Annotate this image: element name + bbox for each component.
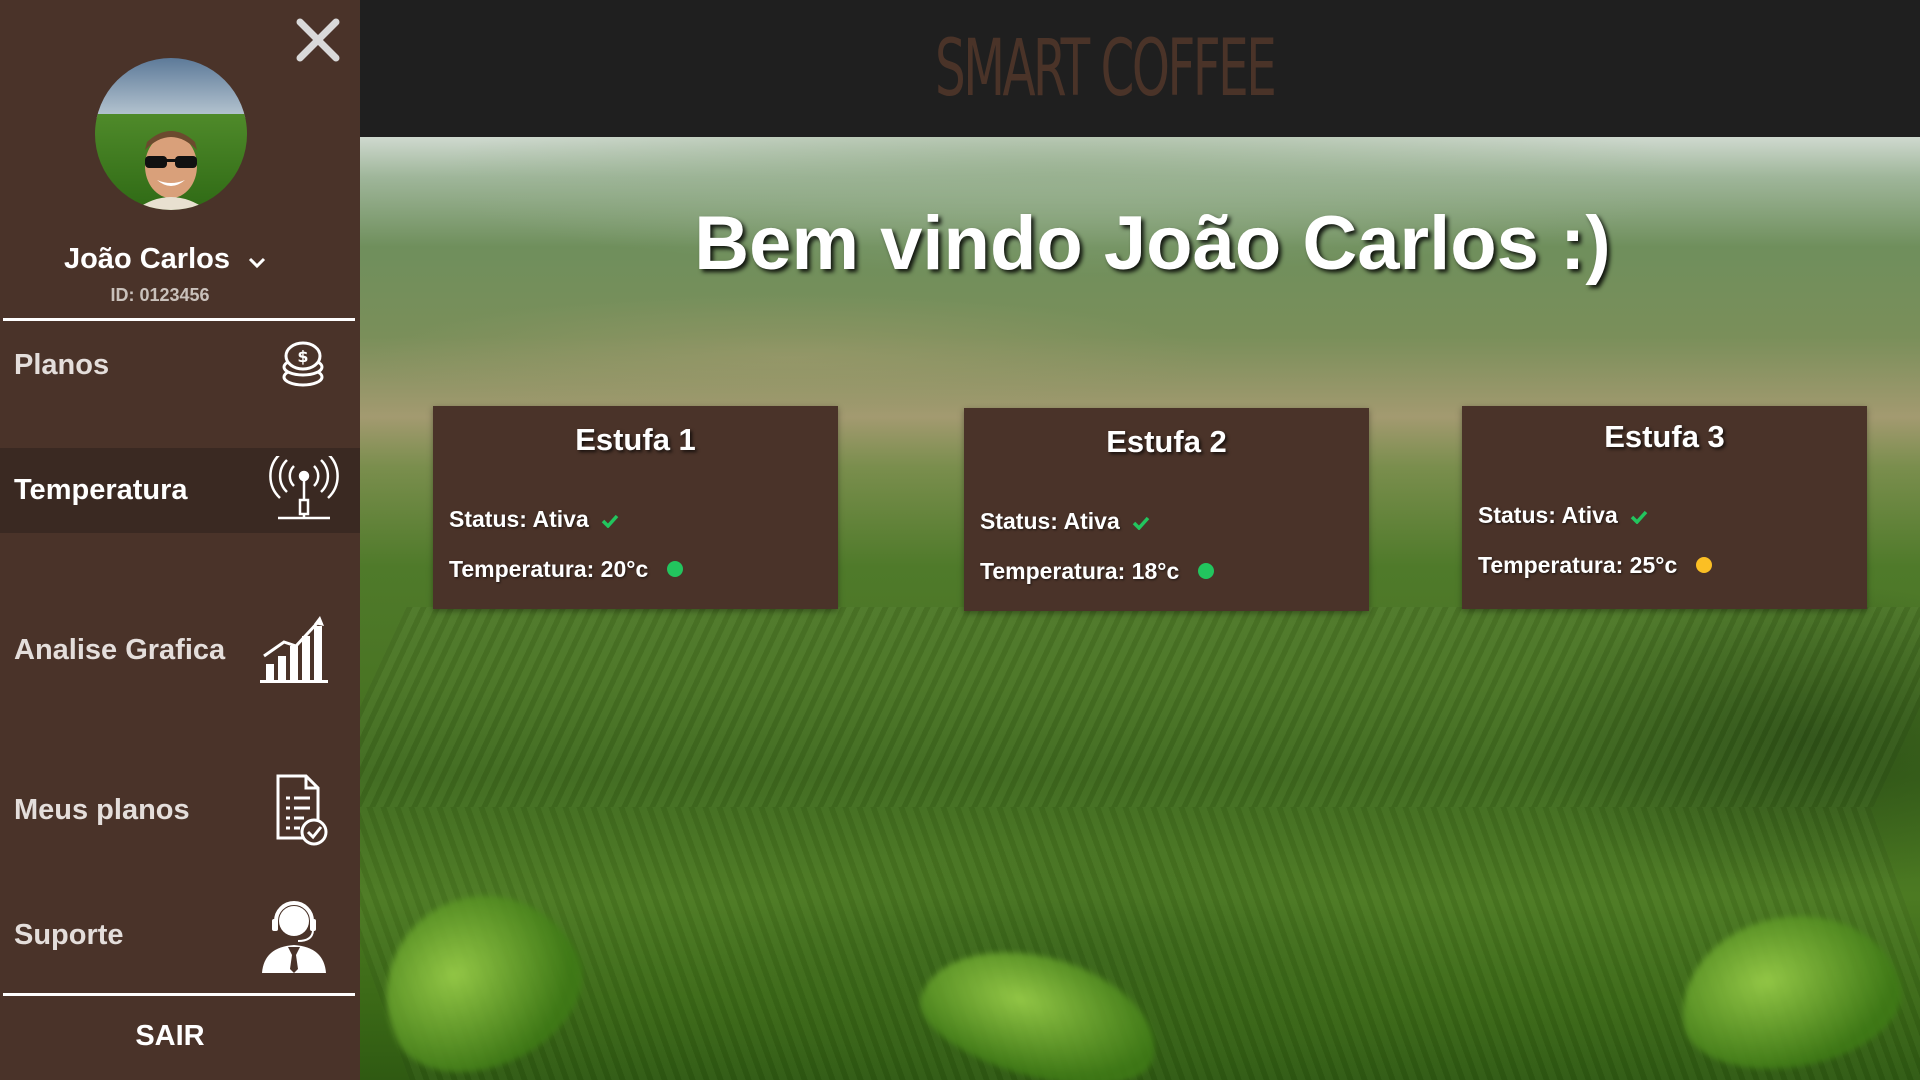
- check-icon: [601, 507, 619, 534]
- card-temperature: Temperatura: 20°c: [449, 556, 683, 583]
- user-name: João Carlos: [63, 243, 230, 275]
- status-text: Status: Ativa: [1478, 502, 1618, 528]
- status-dot-icon: [1197, 562, 1214, 579]
- chevron-down-icon: [248, 244, 266, 277]
- sidebar-item-label: Meus planos: [14, 793, 190, 826]
- sidebar-item-label: Analise Grafica: [14, 633, 226, 666]
- greenhouse-card[interactable]: Estufa 1 Status: Ativa Temperatura: 20°c: [433, 406, 838, 609]
- sidebar-item-meus-planos[interactable]: Meus planos: [0, 770, 360, 850]
- status-dot-icon: [666, 560, 683, 577]
- status-text: Status: Ativa: [980, 508, 1120, 534]
- card-status: Status: Ativa: [980, 508, 1150, 536]
- brand-logo: SMART COFFEE: [935, 23, 1277, 114]
- sidebar-item-planos[interactable]: Planos $: [0, 325, 360, 405]
- sidebar-item-suporte[interactable]: Suporte: [0, 895, 360, 975]
- sidebar-item-label: Suporte: [14, 918, 124, 951]
- greenhouse-card[interactable]: Estufa 3 Status: Ativa Temperatura: 25°c: [1462, 406, 1867, 609]
- crop-rows: [360, 607, 1920, 807]
- svg-text:$: $: [297, 347, 308, 366]
- divider: [3, 318, 355, 321]
- status-dot-icon: [1695, 556, 1712, 573]
- close-sidebar-button[interactable]: [290, 12, 346, 68]
- sidebar-item-label: Planos: [14, 348, 110, 381]
- status-text: Status: Ativa: [449, 506, 589, 532]
- card-title: Estufa 3: [1604, 419, 1725, 454]
- user-id: ID: 0123456: [110, 285, 210, 305]
- coins-icon: $: [280, 339, 326, 394]
- card-title: Estufa 1: [575, 422, 696, 457]
- sidebar-item-label: Temperatura: [14, 474, 188, 506]
- top-header: SMART COFFEE: [360, 0, 1920, 137]
- sidebar: João Carlos ID: 0123456 Planos $ Tempera…: [0, 0, 360, 1080]
- support-agent-icon: [258, 897, 330, 978]
- card-status: Status: Ativa: [449, 506, 619, 534]
- check-icon: [1630, 503, 1648, 530]
- card-title: Estufa 2: [1106, 424, 1227, 459]
- avatar[interactable]: [95, 58, 247, 210]
- welcome-heading: Bem vindo João Carlos :): [694, 201, 1611, 286]
- check-icon: [1132, 509, 1150, 536]
- greenhouse-card[interactable]: Estufa 2 Status: Ativa Temperatura: 18°c: [964, 408, 1369, 611]
- temperature-text: Temperatura: 25°c: [1478, 552, 1678, 578]
- document-check-icon: [270, 774, 330, 853]
- card-status: Status: Ativa: [1478, 502, 1648, 530]
- sidebar-item-analise-grafica[interactable]: Analise Grafica: [0, 610, 360, 690]
- logout-button[interactable]: SAIR: [0, 1020, 340, 1053]
- bar-chart-icon: [258, 616, 330, 691]
- divider: [3, 993, 355, 996]
- antenna-icon: [268, 453, 340, 531]
- card-temperature: Temperatura: 18°c: [980, 558, 1214, 585]
- app-root: SMART COFFEE João Carlos ID: 0123456 Pla…: [0, 0, 1920, 1080]
- temperature-text: Temperatura: 20°c: [449, 556, 649, 582]
- card-temperature: Temperatura: 25°c: [1478, 552, 1712, 579]
- sidebar-item-temperatura[interactable]: Temperatura: [0, 448, 360, 533]
- user-menu[interactable]: João Carlos: [0, 243, 330, 277]
- close-icon: [296, 18, 340, 62]
- temperature-text: Temperatura: 18°c: [980, 558, 1180, 584]
- user-photo-icon: [95, 58, 247, 210]
